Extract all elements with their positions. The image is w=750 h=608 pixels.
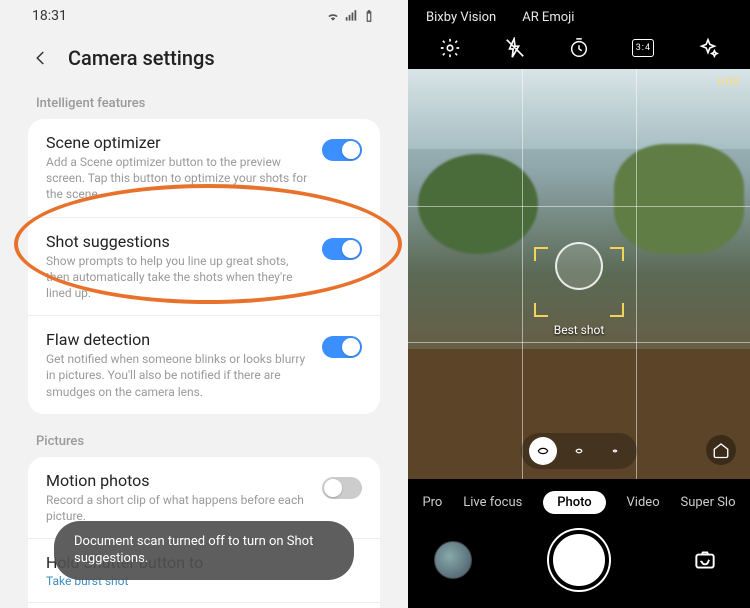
hdr-badge: HDR: [717, 77, 740, 88]
settings-gear-icon[interactable]: [439, 37, 461, 59]
status-time: 18:31: [32, 8, 67, 24]
bixby-vision-link[interactable]: Bixby Vision: [426, 10, 496, 25]
shot-suggestions-desc: Show prompts to help you line up great s…: [46, 253, 310, 302]
camera-mode-row: Pro Live focus Photo Video Super Slo: [408, 479, 750, 522]
back-icon[interactable]: [32, 49, 50, 67]
camera-icon-row: 3:4: [408, 31, 750, 69]
best-shot-label: Best shot: [554, 323, 605, 337]
settings-header: Camera settings: [28, 28, 380, 76]
page-title: Camera settings: [68, 46, 215, 70]
motion-photos-toggle[interactable]: [322, 477, 362, 499]
timer-off-icon[interactable]: [568, 37, 590, 59]
gallery-thumbnail[interactable]: [434, 541, 472, 579]
switch-camera-button[interactable]: [686, 541, 724, 579]
mode-live-focus[interactable]: Live focus: [463, 495, 522, 510]
scene-optimizer-desc: Add a Scene optimizer button to the prev…: [46, 154, 310, 203]
camera-screen: Bixby Vision AR Emoji 3:4 HDR: [408, 0, 750, 608]
section-intelligent-features: Intelligent features: [28, 76, 380, 119]
lens-wide-button[interactable]: [565, 437, 593, 465]
shutter-button[interactable]: [549, 530, 609, 590]
aspect-ratio-button[interactable]: 3:4: [632, 37, 654, 59]
mode-pro[interactable]: Pro: [422, 495, 442, 510]
setting-flaw-detection[interactable]: Flaw detection Get notified when someone…: [28, 316, 380, 414]
setting-shot-suggestions[interactable]: Shot suggestions Show prompts to help yo…: [28, 218, 380, 317]
signal-icon: [344, 9, 358, 23]
scene-optimizer-icon[interactable]: [706, 435, 736, 465]
shutter-row: [408, 522, 750, 608]
battery-icon: [362, 9, 376, 23]
lens-selector: [521, 433, 637, 469]
setting-scene-optimizer[interactable]: Scene optimizer Add a Scene optimizer bu…: [28, 119, 380, 218]
flash-off-icon[interactable]: [504, 37, 526, 59]
flaw-detection-desc: Get notified when someone blinks or look…: [46, 351, 310, 400]
status-icons: [326, 9, 376, 23]
camera-viewfinder[interactable]: HDR Best shot: [408, 69, 750, 479]
grid-line: [408, 206, 750, 207]
mode-video[interactable]: Video: [627, 495, 660, 510]
intelligent-features-card: Scene optimizer Add a Scene optimizer bu…: [28, 119, 380, 414]
grid-line: [636, 69, 637, 479]
toast-message: Document scan turned off to turn on Shot…: [54, 521, 354, 580]
lens-tele-button[interactable]: [601, 437, 629, 465]
wifi-icon: [326, 9, 340, 23]
shot-suggestions-title: Shot suggestions: [46, 232, 310, 251]
settings-screen: 18:31 Camera settings Intelligent featur…: [0, 0, 408, 608]
filters-icon[interactable]: [697, 37, 719, 59]
ar-emoji-link[interactable]: AR Emoji: [522, 10, 574, 25]
section-pictures: Pictures: [28, 414, 380, 457]
scene-window: [408, 69, 750, 149]
mode-photo[interactable]: Photo: [543, 491, 605, 514]
lens-ultrawide-button[interactable]: [529, 437, 557, 465]
scene-optimizer-title: Scene optimizer: [46, 133, 310, 152]
grid-line: [408, 342, 750, 343]
shot-suggestions-toggle[interactable]: [322, 238, 362, 260]
scene-plant: [418, 154, 538, 254]
flaw-detection-toggle[interactable]: [322, 336, 362, 358]
best-shot-brackets: [534, 247, 624, 317]
grid-line: [522, 69, 523, 479]
flaw-detection-title: Flaw detection: [46, 330, 310, 349]
scene-optimizer-toggle[interactable]: [322, 139, 362, 161]
motion-photos-title: Motion photos: [46, 471, 310, 490]
motion-photos-desc: Record a short clip of what happens befo…: [46, 492, 310, 524]
camera-top-links: Bixby Vision AR Emoji: [408, 0, 750, 31]
scene-plant: [614, 144, 744, 254]
mode-super-slo[interactable]: Super Slo: [680, 495, 735, 510]
setting-save-options[interactable]: Save options Choose formats for saved pi…: [28, 603, 380, 608]
status-bar: 18:31: [28, 0, 380, 28]
